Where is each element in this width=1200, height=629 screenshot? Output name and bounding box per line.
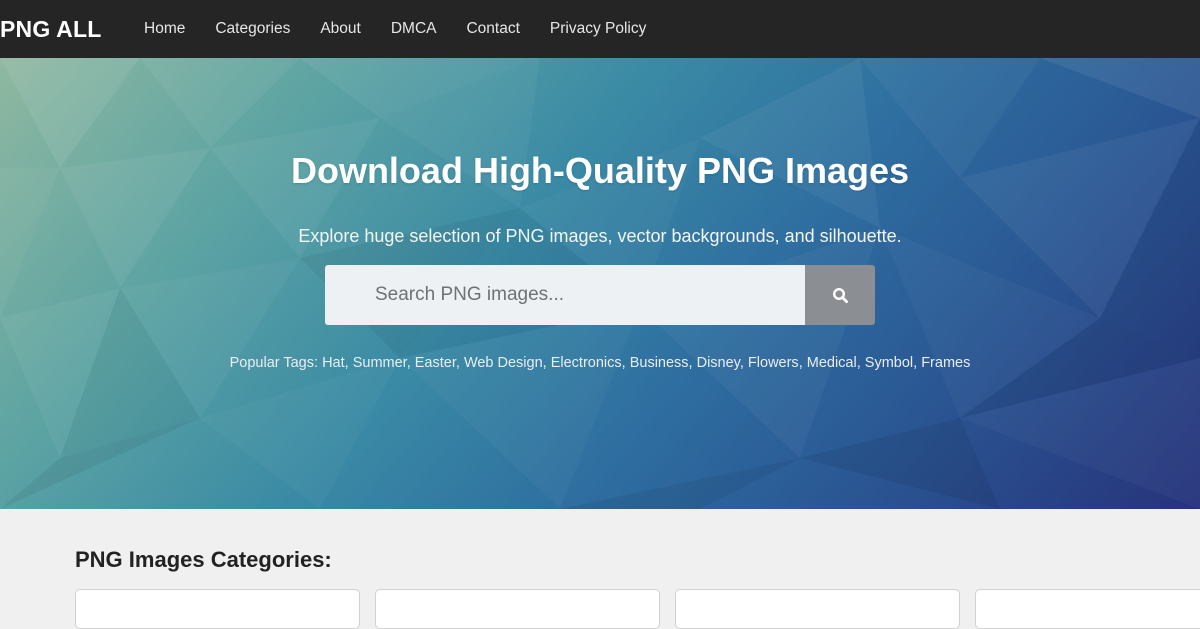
nav-link-home[interactable]: Home	[129, 0, 200, 58]
nav-link-contact[interactable]: Contact	[451, 0, 534, 58]
tag-link-web-design[interactable]: Web Design	[464, 355, 543, 371]
nav-item-contact: Contact	[451, 0, 534, 58]
tag-link-electronics[interactable]: Electronics	[551, 355, 622, 371]
tag-link-frames[interactable]: Frames	[921, 355, 970, 371]
nav-link-privacy-policy[interactable]: Privacy Policy	[535, 0, 661, 58]
nav-item-categories: Categories	[200, 0, 305, 58]
nav-link-about[interactable]: About	[305, 0, 376, 58]
search-icon	[832, 287, 848, 303]
tag-link-flowers[interactable]: Flowers	[748, 355, 799, 371]
category-card[interactable]	[375, 589, 660, 629]
main-nav: Home Categories About DMCA Contact Priva…	[129, 0, 661, 58]
popular-tags: Popular Tags: Hat, Summer, Easter, Web D…	[229, 355, 971, 371]
nav-link-categories[interactable]: Categories	[200, 0, 305, 58]
category-card[interactable]	[75, 589, 360, 629]
hero-subtitle: Explore huge selection of PNG images, ve…	[298, 226, 902, 246]
nav-item-privacy: Privacy Policy	[535, 0, 661, 58]
tag-link-business[interactable]: Business	[630, 355, 689, 371]
nav-item-dmca: DMCA	[376, 0, 452, 58]
top-navbar: PNG ALL Home Categories About DMCA Conta…	[0, 0, 1200, 58]
nav-item-home: Home	[129, 0, 200, 58]
search-input[interactable]	[325, 265, 805, 325]
popular-tags-label: Popular Tags:	[229, 355, 319, 371]
nav-item-about: About	[305, 0, 376, 58]
hero-title: Download High-Quality PNG Images	[290, 150, 910, 191]
tag-link-disney[interactable]: Disney	[697, 355, 740, 371]
category-card[interactable]	[975, 589, 1200, 629]
tag-link-summer[interactable]: Summer	[353, 355, 407, 371]
tag-link-symbol[interactable]: Symbol	[865, 355, 913, 371]
hero-banner: Download High-Quality PNG Images Explore…	[0, 58, 1200, 509]
tag-link-hat[interactable]: Hat	[322, 355, 345, 371]
nav-link-dmca[interactable]: DMCA	[376, 0, 452, 58]
category-card[interactable]	[675, 589, 960, 629]
tag-link-easter[interactable]: Easter	[415, 355, 456, 371]
search-form	[325, 265, 875, 325]
tag-link-medical[interactable]: Medical	[807, 355, 857, 371]
categories-heading: PNG Images Categories:	[75, 547, 332, 572]
search-button[interactable]	[805, 265, 875, 325]
site-logo[interactable]: PNG ALL	[0, 0, 102, 58]
